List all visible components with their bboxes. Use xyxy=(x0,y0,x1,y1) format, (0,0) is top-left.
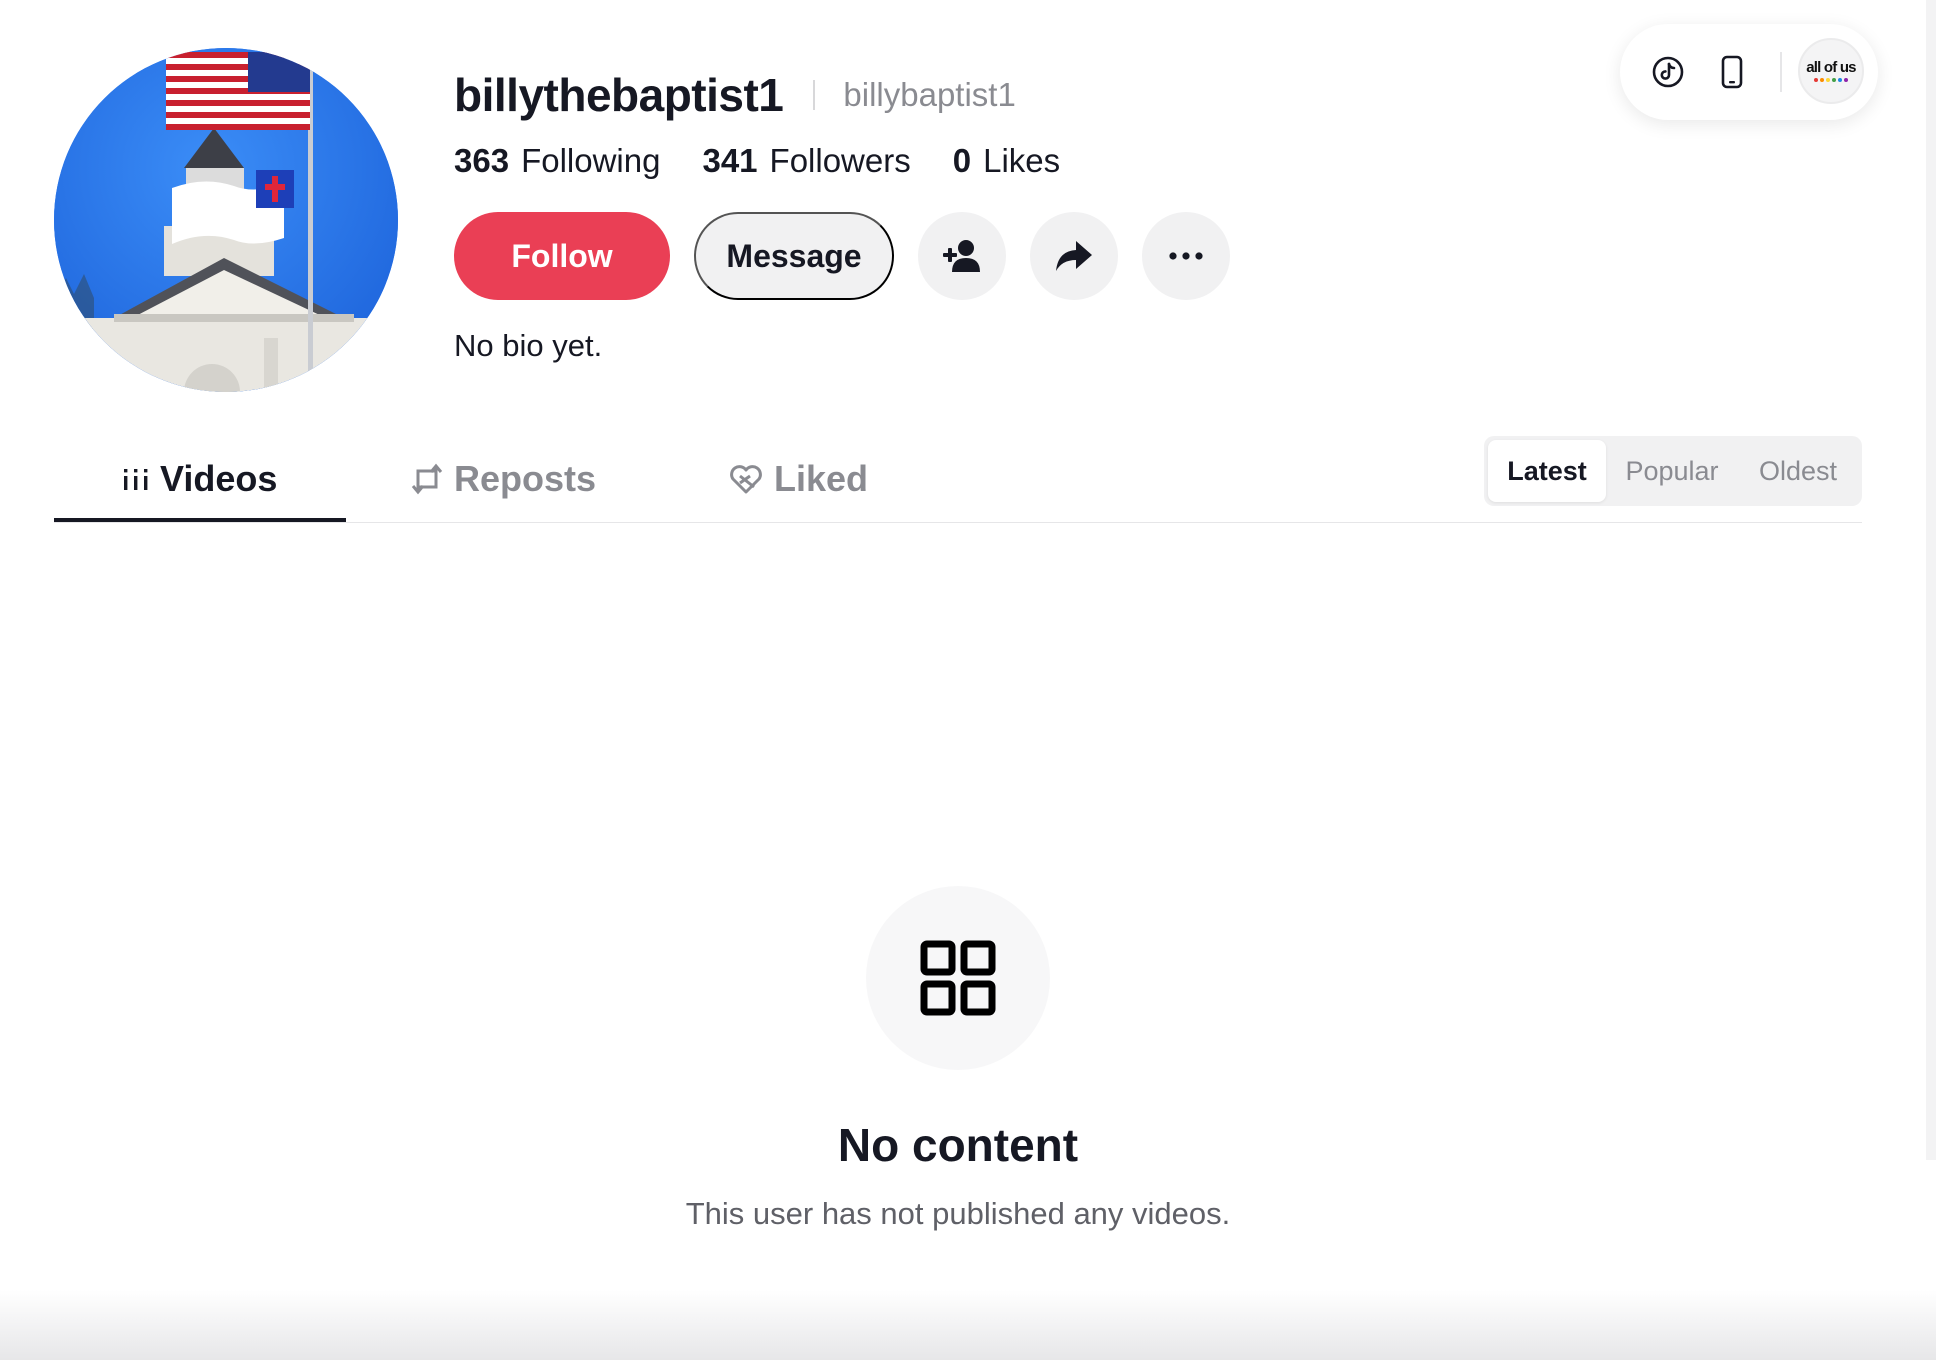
sort-oldest[interactable]: Oldest xyxy=(1738,440,1858,502)
bottom-fade xyxy=(0,1290,1936,1360)
nickname: billybaptist1 xyxy=(843,76,1016,113)
profile-stats: 363 Following 341 Followers 0 Likes xyxy=(454,142,1102,180)
more-icon xyxy=(1169,252,1203,260)
username: billythebaptist1 xyxy=(454,69,784,121)
stat-following-count: 363 xyxy=(454,142,510,179)
sort-latest[interactable]: Latest xyxy=(1488,440,1606,502)
tab-videos[interactable]: Videos xyxy=(122,436,277,522)
repost-icon xyxy=(410,463,444,495)
liked-heart-icon xyxy=(728,463,764,495)
tab-liked-label: Liked xyxy=(774,458,869,499)
empty-state-subtitle: This user has not published any videos. xyxy=(685,1196,1231,1231)
tab-reposts[interactable]: Reposts xyxy=(410,436,596,522)
stat-likes-label: Likes xyxy=(983,142,1061,179)
empty-state-title: No content xyxy=(837,1119,1079,1171)
add-friend-icon xyxy=(941,238,983,274)
active-tab-indicator xyxy=(54,518,346,522)
toolbar-divider xyxy=(1780,52,1782,92)
share-icon xyxy=(1054,239,1094,273)
profile-avatar xyxy=(54,48,398,392)
profile-actions: Follow Message xyxy=(454,212,1230,300)
stat-followers-count: 341 xyxy=(702,142,758,179)
follow-button[interactable]: Follow xyxy=(454,212,670,300)
page-scrollbar[interactable] xyxy=(1926,0,1936,1160)
allofus-logo-dots xyxy=(1813,78,1849,82)
stat-following[interactable]: 363 Following xyxy=(454,142,660,180)
grid-icon xyxy=(920,940,996,1016)
identity-divider xyxy=(813,80,816,110)
tabs-divider xyxy=(54,522,1862,523)
share-button[interactable] xyxy=(1030,212,1118,300)
stat-likes-count: 0 xyxy=(952,142,972,179)
empty-state-badge xyxy=(866,886,1050,1070)
stat-followers-label: Followers xyxy=(769,142,911,179)
stat-following-label: Following xyxy=(521,142,661,179)
grid-lines-icon xyxy=(122,465,150,493)
tab-liked[interactable]: Liked xyxy=(728,436,868,522)
stat-likes: 0 Likes xyxy=(953,142,1060,180)
profile-identity: billythebaptist1 billybaptist1 xyxy=(454,68,1016,122)
tab-reposts-label: Reposts xyxy=(454,458,597,499)
floating-toolbar: all of us xyxy=(1620,24,1878,120)
allofus-logo[interactable]: all of us xyxy=(1798,38,1864,104)
add-friend-button[interactable] xyxy=(918,212,1006,300)
message-button[interactable]: Message xyxy=(694,212,894,300)
phone-icon[interactable] xyxy=(1721,55,1743,89)
sort-control: Latest Popular Oldest xyxy=(1484,436,1862,506)
tiktok-icon[interactable] xyxy=(1652,56,1684,88)
profile-bio: No bio yet. xyxy=(454,328,603,363)
more-button[interactable] xyxy=(1142,212,1230,300)
sort-popular[interactable]: Popular xyxy=(1606,440,1738,502)
stat-followers[interactable]: 341 Followers xyxy=(702,142,910,180)
allofus-logo-text: all of us xyxy=(1806,59,1856,76)
tab-videos-label: Videos xyxy=(160,458,278,499)
